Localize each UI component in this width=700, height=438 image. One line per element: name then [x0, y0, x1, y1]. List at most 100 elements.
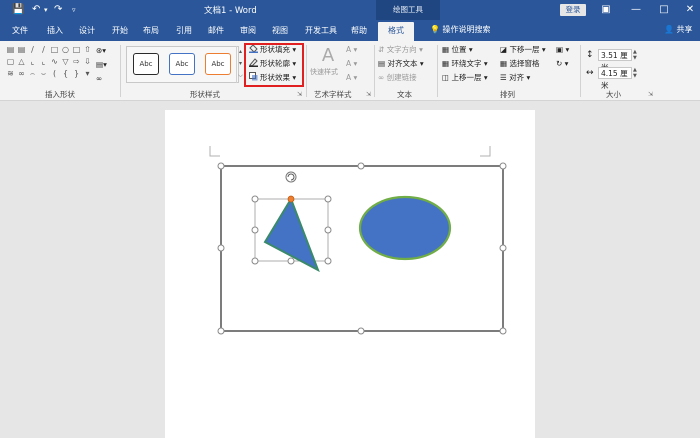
resize-handle[interactable] [324, 195, 332, 203]
line-shape-icon[interactable]: ∕ [28, 45, 37, 55]
tab-mailings[interactable]: 邮件 [208, 25, 224, 36]
ribbon-display-options-icon[interactable]: ▣ [598, 2, 614, 18]
text-effects-icon[interactable]: A ▾ [346, 72, 357, 84]
insert-shapes-gallery[interactable]: ▤ ▤ ∕ ∕ □ ○ □ ⇧ ▢ △ ⌞ ⌞ ∿ ▽ ⇨ ⇩ ≋ ∞ ⌢ ⌣ … [6, 45, 94, 81]
rectangle-shape-icon[interactable]: □ [50, 45, 59, 55]
align-text-button[interactable]: ▤ 对齐文本 ▾ [378, 58, 424, 70]
dialog-launcher-icon[interactable]: ⇲ [648, 91, 653, 98]
resize-handle[interactable] [217, 244, 225, 252]
freeform-shape-icon[interactable]: ≋ [6, 69, 15, 79]
triangle-shape-icon[interactable]: △ [17, 57, 26, 67]
more-styles-icon[interactable]: ⌵ [238, 72, 243, 79]
shape-width-field[interactable]: ↔ 4.15 厘米 ▲ ▼ [586, 67, 646, 90]
more-shapes-icon[interactable]: ▾ [83, 69, 92, 79]
resize-handle[interactable] [357, 327, 365, 335]
tab-help[interactable]: 帮助 [351, 25, 367, 36]
undo-icon[interactable]: ↶ [32, 3, 40, 17]
tell-me-search[interactable]: 💡 操作说明搜索 [430, 24, 491, 35]
rotate-icon[interactable]: ↻ ▾ [556, 58, 568, 70]
resize-handle[interactable] [499, 162, 507, 170]
tab-file[interactable]: 文件 [12, 25, 28, 36]
curve-shape-icon[interactable]: ⌣ [39, 69, 48, 79]
resize-handle[interactable] [251, 195, 259, 203]
group-objects-icon[interactable]: ▣ ▾ [556, 44, 569, 56]
drawing-canvas-frame[interactable] [220, 165, 504, 332]
tab-home[interactable]: 开始 [112, 25, 128, 36]
curve-shape-icon[interactable]: ∿ [50, 57, 59, 67]
resize-handle[interactable] [499, 327, 507, 335]
selection-pane-button[interactable]: ▦ 选择窗格 [500, 58, 539, 70]
down-arrow-shape-icon[interactable]: ⇩ [83, 57, 92, 67]
resize-handle[interactable] [287, 257, 295, 265]
text-fill-icon[interactable]: A ▾ [346, 44, 357, 56]
tab-view[interactable]: 视图 [272, 25, 288, 36]
up-arrow-shape-icon[interactable]: ⇧ [83, 45, 92, 55]
triangle-shape-icon[interactable]: ▽ [61, 57, 70, 67]
ellipse-shape[interactable] [358, 195, 452, 261]
ellipse-shape-icon[interactable]: ○ [61, 45, 70, 55]
save-icon[interactable]: 💾 [12, 3, 24, 17]
star-shape-icon[interactable]: ∞ [17, 69, 26, 79]
gallery-scroll[interactable]: ▴ ▾ ⌵ [236, 46, 244, 83]
text-outline-icon[interactable]: A ▾ [346, 58, 357, 70]
resize-handle[interactable] [251, 226, 259, 234]
close-icon[interactable]: ✕ [682, 2, 698, 18]
document-page[interactable] [165, 110, 535, 438]
shape-style-dark[interactable]: Abc [133, 53, 159, 75]
send-backward-button[interactable]: ◪ 下移一层 ▾ [500, 44, 546, 56]
dialog-launcher-icon[interactable]: ⇲ [366, 91, 371, 98]
minimize-icon[interactable]: — [628, 2, 644, 18]
textbox-vertical-shape-icon[interactable]: ▤ [17, 45, 26, 55]
align-button[interactable]: ☰ 对齐 ▾ [500, 72, 530, 84]
resize-handle[interactable] [499, 244, 507, 252]
link-icon[interactable]: ∞ [96, 73, 102, 85]
tab-format[interactable]: 格式 [378, 22, 414, 41]
chevron-down-icon[interactable]: ▾ [44, 3, 48, 17]
restore-icon[interactable]: □ [656, 2, 672, 18]
bracket-shape-icon[interactable]: ( [50, 69, 59, 79]
spinner-icon[interactable]: ▲ ▼ [633, 67, 637, 79]
position-button[interactable]: ▦ 位置 ▾ [442, 44, 473, 56]
scroll-up-icon[interactable]: ▴ [239, 48, 242, 55]
height-input[interactable]: 3.51 厘米 [598, 49, 632, 72]
tab-developer[interactable]: 开发工具 [305, 25, 337, 36]
resize-handle[interactable] [217, 162, 225, 170]
shape-height-field[interactable]: ↕ 3.51 厘米 ▲▼ [586, 49, 646, 72]
rotate-handle-icon[interactable] [285, 171, 297, 183]
resize-handle[interactable] [357, 162, 365, 170]
dialog-launcher-icon[interactable]: ⇲ [297, 91, 302, 98]
connector-shape-icon[interactable]: ⌞ [28, 57, 37, 67]
tab-layout[interactable]: 布局 [143, 25, 159, 36]
bring-forward-button[interactable]: ◫ 上移一层 ▾ [442, 72, 488, 84]
shape-style-orange[interactable]: Abc [205, 53, 231, 75]
canvas-resize-handles[interactable] [217, 162, 507, 335]
resize-handle[interactable] [324, 257, 332, 265]
quick-styles-label[interactable]: 快速样式 [310, 67, 338, 77]
tab-review[interactable]: 审阅 [240, 25, 256, 36]
rounded-rectangle-shape-icon[interactable]: ▢ [6, 57, 15, 67]
resize-handle[interactable] [251, 257, 259, 265]
draw-textbox-icon[interactable]: ▤▾ [96, 59, 107, 71]
share-button[interactable]: 👤 共享 [664, 24, 693, 35]
rectangle-shape-icon[interactable]: □ [72, 45, 81, 55]
textbox-shape-icon[interactable]: ▤ [6, 45, 15, 55]
shape-style-blue[interactable]: Abc [169, 53, 195, 75]
right-arrow-shape-icon[interactable]: ⇨ [72, 57, 81, 67]
login-button[interactable]: 登录 [560, 4, 586, 16]
width-input[interactable]: 4.15 厘米 [598, 67, 632, 90]
line-shape-icon[interactable]: ∕ [39, 45, 48, 55]
customize-toolbar-icon[interactable]: ▿ [72, 3, 76, 17]
scroll-down-icon[interactable]: ▾ [239, 60, 242, 67]
resize-handle[interactable] [324, 226, 332, 234]
adjust-handle[interactable] [287, 195, 295, 203]
bracket-shape-icon[interactable]: { [61, 69, 70, 79]
tab-insert[interactable]: 插入 [47, 25, 63, 36]
redo-icon[interactable]: ↷ [54, 3, 62, 17]
connector-shape-icon[interactable]: ⌞ [39, 57, 48, 67]
curve-shape-icon[interactable]: ⌢ [28, 69, 37, 79]
spinner-icon[interactable]: ▲ ▼ [633, 49, 637, 61]
tab-references[interactable]: 引用 [176, 25, 192, 36]
wrap-text-button[interactable]: ▦ 环绕文字 ▾ [442, 58, 488, 70]
resize-handle[interactable] [217, 327, 225, 335]
edit-shape-icon[interactable]: ⊛▾ [96, 45, 106, 57]
